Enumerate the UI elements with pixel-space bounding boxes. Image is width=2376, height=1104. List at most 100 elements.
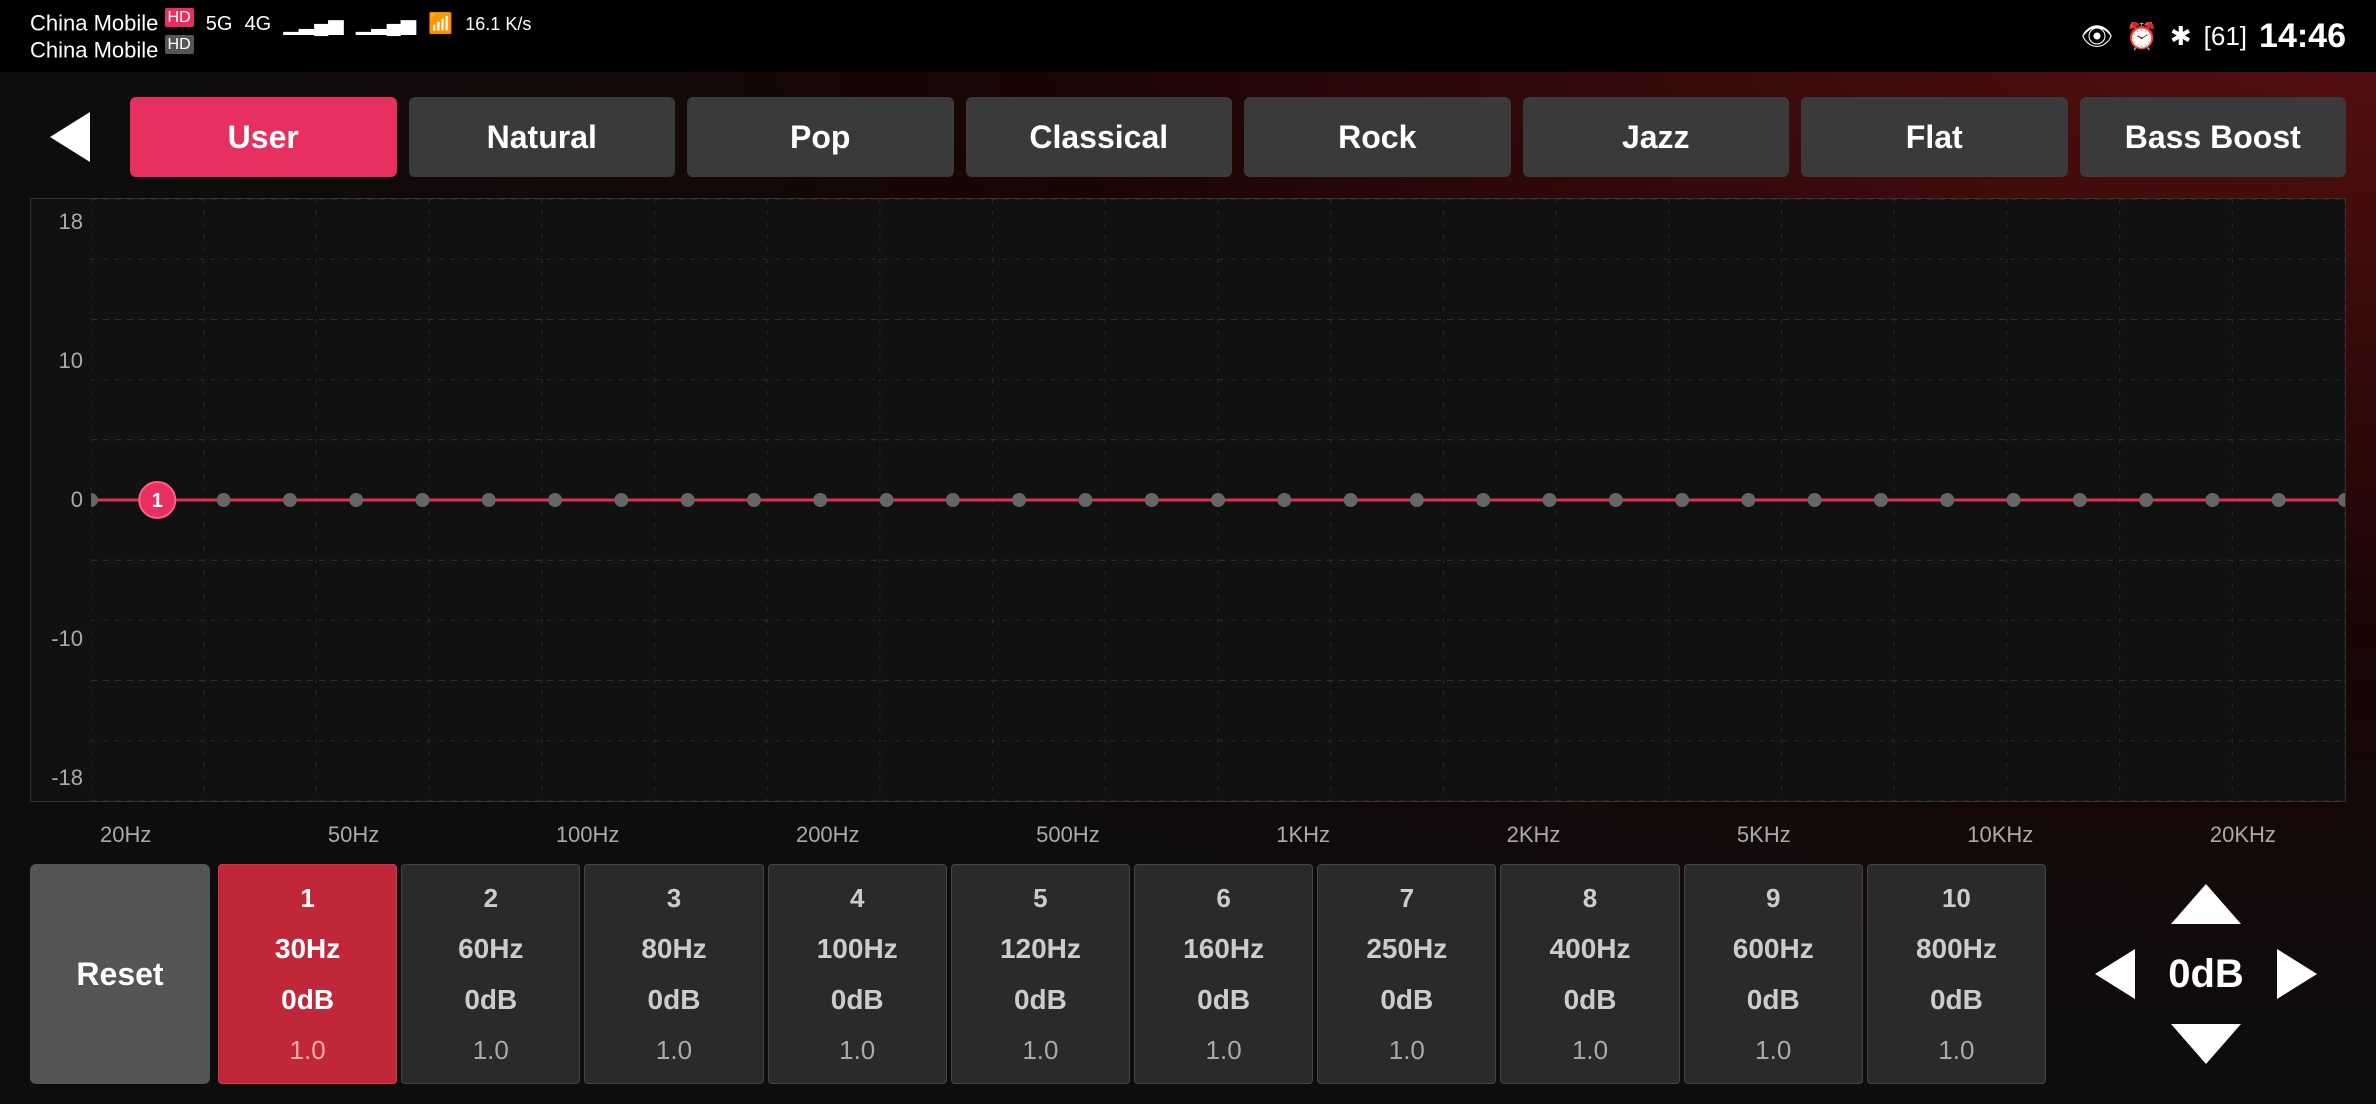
back-button[interactable] [30, 97, 110, 177]
status-bar: China Mobile HD 5G 4G ▁▂▄▅ ▁▂▄▅ 📶 16.1 K… [0, 0, 2376, 72]
x-label: 5KHz [1737, 822, 1791, 848]
band-cell-6[interactable]: 6 160Hz 0dB 1.0 [1134, 864, 1313, 1084]
battery-indicator: [61] [2204, 21, 2247, 52]
carrier1-label: China Mobile HD 5G 4G ▁▂▄▅ ▁▂▄▅ 📶 16.1 K… [30, 9, 531, 36]
value-row: 0dB [2090, 944, 2322, 1004]
band-freq: 800Hz [1916, 933, 1997, 965]
carrier2-label: China Mobile HD [30, 36, 531, 63]
band-number: 9 [1766, 883, 1780, 914]
eq-chart-inner: 1 [91, 199, 2345, 801]
band-cell-9[interactable]: 9 600Hz 0dB 1.0 [1684, 864, 1863, 1084]
bottom-controls: Reset 1 30Hz 0dB 1.0 2 60Hz 0dB 1.0 3 80… [30, 864, 2346, 1084]
preset-tab-flat[interactable]: Flat [1801, 97, 2068, 177]
preset-tab-bass-boost[interactable]: Bass Boost [2080, 97, 2347, 177]
band-db: 0dB [1380, 984, 1433, 1016]
band-number: 5 [1033, 883, 1047, 914]
band-q: 1.0 [1206, 1035, 1242, 1066]
band-number: 8 [1583, 883, 1597, 914]
reset-button[interactable]: Reset [30, 864, 210, 1084]
x-label: 1KHz [1276, 822, 1330, 848]
value-prev-button[interactable] [2090, 944, 2140, 1004]
x-labels: 20Hz 50Hz 100Hz 200Hz 500Hz 1KHz 2KHz 5KHz 10KHz… [30, 818, 2346, 848]
y-label: -10 [39, 626, 83, 652]
band-q: 1.0 [1389, 1035, 1425, 1066]
band-freq: 100Hz [817, 933, 898, 965]
band-db: 0dB [1014, 984, 1067, 1016]
band-cell-8[interactable]: 8 400Hz 0dB 1.0 [1500, 864, 1679, 1084]
x-label: 500Hz [1036, 822, 1100, 848]
value-up-button[interactable] [2156, 874, 2256, 934]
eye-icon: 👁 [2080, 21, 2113, 52]
band-q: 1.0 [290, 1035, 326, 1066]
band-db: 0dB [464, 984, 517, 1016]
band-freq: 400Hz [1550, 933, 1631, 965]
band-cell-4[interactable]: 4 100Hz 0dB 1.0 [768, 864, 947, 1084]
band-freq: 600Hz [1733, 933, 1814, 965]
value-control: 0dB [2066, 864, 2346, 1084]
band-freq: 160Hz [1183, 933, 1264, 965]
band-number: 6 [1216, 883, 1230, 914]
band-q: 1.0 [1938, 1035, 1974, 1066]
y-label: 18 [39, 209, 83, 235]
preset-tab-jazz[interactable]: Jazz [1523, 97, 1790, 177]
eq-chart[interactable]: 18 10 0 -10 -18 1 [30, 198, 2346, 802]
band-q: 1.0 [1022, 1035, 1058, 1066]
band-number: 7 [1400, 883, 1414, 914]
band-number: 3 [667, 883, 681, 914]
eq-main-content: UserNaturalPopClassicalRockJazzFlatBass … [0, 72, 2376, 1104]
band-number: 1 [300, 883, 314, 914]
svg-text:1: 1 [152, 490, 163, 512]
preset-tab-rock[interactable]: Rock [1244, 97, 1511, 177]
x-label: 20Hz [100, 822, 151, 848]
band-cell-3[interactable]: 3 80Hz 0dB 1.0 [584, 864, 763, 1084]
value-down-button[interactable] [2156, 1014, 2256, 1074]
preset-tab-natural[interactable]: Natural [409, 97, 676, 177]
preset-tab-classical[interactable]: Classical [966, 97, 1233, 177]
preset-tab-user[interactable]: User [130, 97, 397, 177]
band-db: 0dB [648, 984, 701, 1016]
bluetooth-icon: ✱ [2170, 21, 2192, 52]
x-label: 10KHz [1967, 822, 2033, 848]
band-freq: 250Hz [1366, 933, 1447, 965]
status-right: 👁 ⏰ ✱ [61] 14:46 [2080, 17, 2346, 56]
y-label: 10 [39, 348, 83, 374]
band-db: 0dB [1930, 984, 1983, 1016]
clock: 14:46 [2259, 17, 2346, 56]
band-freq: 120Hz [1000, 933, 1081, 965]
band-cell-2[interactable]: 2 60Hz 0dB 1.0 [401, 864, 580, 1084]
band-number: 4 [850, 883, 864, 914]
eq-y-labels: 18 10 0 -10 -18 [31, 199, 91, 801]
y-label: -18 [39, 765, 83, 791]
band-cell-1[interactable]: 1 30Hz 0dB 1.0 [218, 864, 397, 1084]
band-q: 1.0 [1755, 1035, 1791, 1066]
band-q: 1.0 [1572, 1035, 1608, 1066]
band-db: 0dB [831, 984, 884, 1016]
band-freq: 30Hz [275, 933, 340, 965]
band-db: 0dB [1564, 984, 1617, 1016]
band-number: 10 [1942, 883, 1971, 914]
x-label: 100Hz [556, 822, 620, 848]
value-next-button[interactable] [2272, 944, 2322, 1004]
x-label: 200Hz [796, 822, 860, 848]
band-q: 1.0 [656, 1035, 692, 1066]
band-cell-5[interactable]: 5 120Hz 0dB 1.0 [951, 864, 1130, 1084]
band-number: 2 [484, 883, 498, 914]
band-freq: 60Hz [458, 933, 523, 965]
band-q: 1.0 [839, 1035, 875, 1066]
x-label: 50Hz [328, 822, 379, 848]
band-db: 0dB [281, 984, 334, 1016]
preset-tab-pop[interactable]: Pop [687, 97, 954, 177]
band-q: 1.0 [473, 1035, 509, 1066]
band-cell-10[interactable]: 10 800Hz 0dB 1.0 [1867, 864, 2046, 1084]
carrier-info: China Mobile HD 5G 4G ▁▂▄▅ ▁▂▄▅ 📶 16.1 K… [30, 9, 531, 64]
x-label: 2KHz [1507, 822, 1561, 848]
alarm-icon: ⏰ [2125, 21, 2157, 52]
band-db: 0dB [1197, 984, 1250, 1016]
preset-tabs: UserNaturalPopClassicalRockJazzFlatBass … [130, 97, 2346, 177]
current-db-value: 0dB [2156, 952, 2256, 997]
band-freq: 80Hz [641, 933, 706, 965]
band-db: 0dB [1747, 984, 1800, 1016]
y-label: 0 [39, 487, 83, 513]
band-cell-7[interactable]: 7 250Hz 0dB 1.0 [1317, 864, 1496, 1084]
top-bar: UserNaturalPopClassicalRockJazzFlatBass … [30, 92, 2346, 182]
